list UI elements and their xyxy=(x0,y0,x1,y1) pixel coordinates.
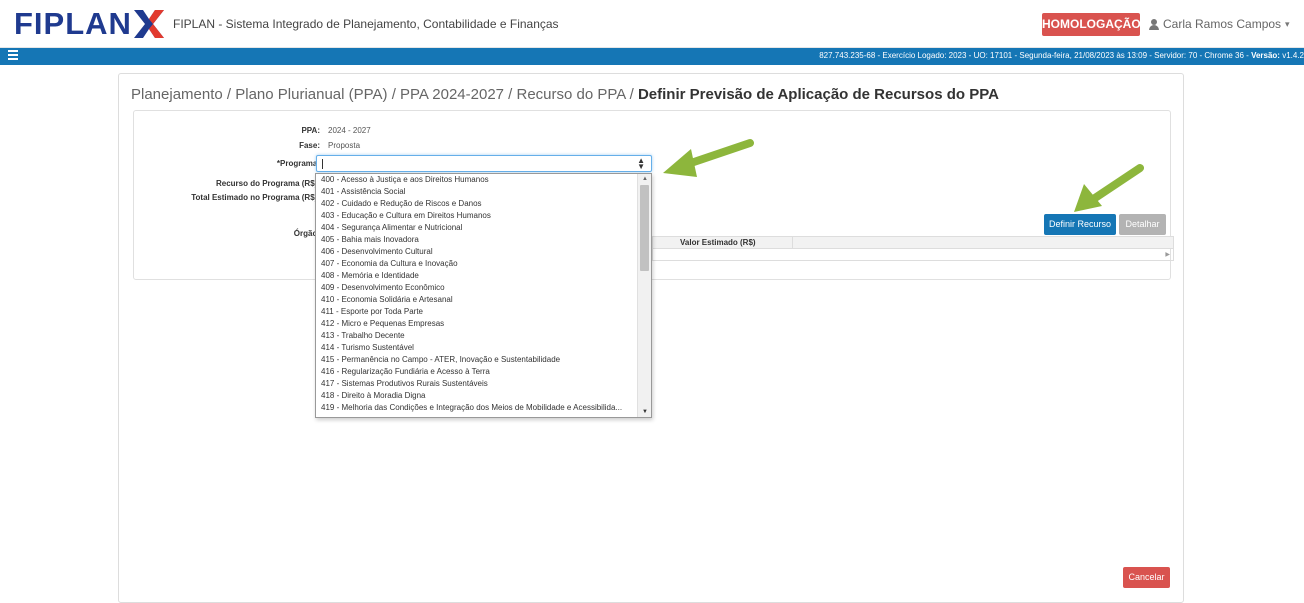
grid-header: Valor Estimado (R$) xyxy=(653,237,1173,249)
dropdown-option[interactable]: 408 - Memória e Identidade xyxy=(316,270,638,282)
dropdown-option[interactable]: 409 - Desenvolvimento Econômico xyxy=(316,282,638,294)
session-info: 827.743.235-68 - Exercício Logado: 2023 … xyxy=(819,51,1304,60)
user-menu[interactable]: Carla Ramos Campos ▾ xyxy=(1149,17,1290,31)
dropdown-option[interactable]: 405 - Bahia mais Inovadora xyxy=(316,234,638,246)
dropdown-option[interactable]: 402 - Cuidado e Redução de Riscos e Dano… xyxy=(316,198,638,210)
scrollbar-thumb[interactable] xyxy=(640,185,649,271)
text-cursor xyxy=(322,159,323,169)
breadcrumb-path: Planejamento / Plano Plurianual (PPA) / … xyxy=(131,86,638,103)
logo-x-mark-icon xyxy=(133,10,164,38)
fase-label: Fase: xyxy=(299,141,320,150)
dropdown-option[interactable]: 418 - Direito à Moradia Digna xyxy=(316,390,638,402)
page-title: Definir Previsão de Aplicação de Recurso… xyxy=(637,86,999,103)
total-estimado-label: Total Estimado no Programa (R$): xyxy=(191,193,320,202)
scroll-up-icon[interactable]: ▲ xyxy=(642,176,648,182)
dropdown-options: 400 - Acesso à Justiça e aos Direitos Hu… xyxy=(316,174,638,414)
session-info-bar: 827.743.235-68 - Exercício Logado: 2023 … xyxy=(0,48,1304,65)
cancelar-button[interactable]: Cancelar xyxy=(1123,567,1170,588)
ppa-value: 2024 - 2027 xyxy=(328,126,371,135)
dropdown-option[interactable]: 414 - Turismo Sustentável xyxy=(316,342,638,354)
user-icon xyxy=(1149,18,1159,30)
version-value: v1.4.2 xyxy=(1282,51,1304,60)
hamburger-icon[interactable] xyxy=(8,50,18,62)
session-text: 827.743.235-68 - Exercício Logado: 2023 … xyxy=(819,51,1252,60)
recurso-programa-label: Recurso do Programa (R$): xyxy=(215,179,320,188)
dropdown-option[interactable]: 417 - Sistemas Produtivos Rurais Sustent… xyxy=(316,378,638,390)
fiplan-logo[interactable]: FIPLAN xyxy=(14,6,164,41)
dropdown-option[interactable]: 415 - Permanência no Campo - ATER, Inova… xyxy=(316,354,638,366)
dropdown-scrollbar[interactable]: ▲ ▼ xyxy=(637,174,651,417)
dropdown-option[interactable]: 412 - Micro e Pequenas Empresas xyxy=(316,318,638,330)
environment-badge: HOMOLOGAÇÃO xyxy=(1042,13,1141,36)
dropdown-option[interactable]: 403 - Educação e Cultura em Direitos Hum… xyxy=(316,210,638,222)
recursos-grid: Valor Estimado (R$) ▶ xyxy=(652,236,1174,261)
dropdown-option[interactable]: 401 - Assistência Social xyxy=(316,186,638,198)
version-label: Versão: xyxy=(1251,51,1280,60)
dropdown-option[interactable]: 410 - Economia Solidária e Artesanal xyxy=(316,294,638,306)
dropdown-option[interactable]: 404 - Segurança Alimentar e Nutricional xyxy=(316,222,638,234)
breadcrumb: Planejamento / Plano Plurianual (PPA) / … xyxy=(131,86,999,103)
dropdown-option[interactable]: 419 - Melhoria das Condições e Integraçã… xyxy=(316,402,638,414)
dropdown-option[interactable]: 407 - Economia da Cultura e Inovação xyxy=(316,258,638,270)
dropdown-option[interactable]: 416 - Regularização Fundiária e Acesso à… xyxy=(316,366,638,378)
top-header: FIPLAN FIPLAN - Sistema Integrado de Pla… xyxy=(0,0,1304,48)
form-box: PPA: 2024 - 2027 Fase: Proposta *Program… xyxy=(133,110,1174,280)
programa-dropdown-list[interactable]: 400 - Acesso à Justiça e aos Direitos Hu… xyxy=(315,173,652,418)
user-name: Carla Ramos Campos xyxy=(1163,17,1282,31)
chevron-right-icon[interactable]: ▶ xyxy=(1165,251,1170,258)
programa-select[interactable]: ▲ ▼ xyxy=(316,155,652,172)
logo-text: FIPLAN xyxy=(14,6,132,41)
dropdown-option[interactable]: 411 - Esporte por Toda Parte xyxy=(316,306,638,318)
chevron-down-icon: ▾ xyxy=(1285,18,1290,29)
ppa-label: PPA: xyxy=(301,126,320,135)
scroll-down-icon[interactable]: ▼ xyxy=(642,409,648,415)
dropdown-option[interactable]: 413 - Trabalho Decente xyxy=(316,330,638,342)
dropdown-option[interactable]: 406 - Desenvolvimento Cultural xyxy=(316,246,638,258)
updown-caret-icon: ▲ ▼ xyxy=(637,156,645,171)
programa-label: *Programa: xyxy=(276,159,320,168)
grid-column-valor-estimado[interactable]: Valor Estimado (R$) xyxy=(653,237,793,249)
fase-value: Proposta xyxy=(328,141,361,150)
dropdown-option[interactable]: 400 - Acesso à Justiça e aos Direitos Hu… xyxy=(316,174,638,186)
app-title: FIPLAN - Sistema Integrado de Planejamen… xyxy=(173,17,559,31)
annotation-arrow-icon xyxy=(663,139,754,177)
annotation-arrow-icon xyxy=(1074,164,1144,212)
